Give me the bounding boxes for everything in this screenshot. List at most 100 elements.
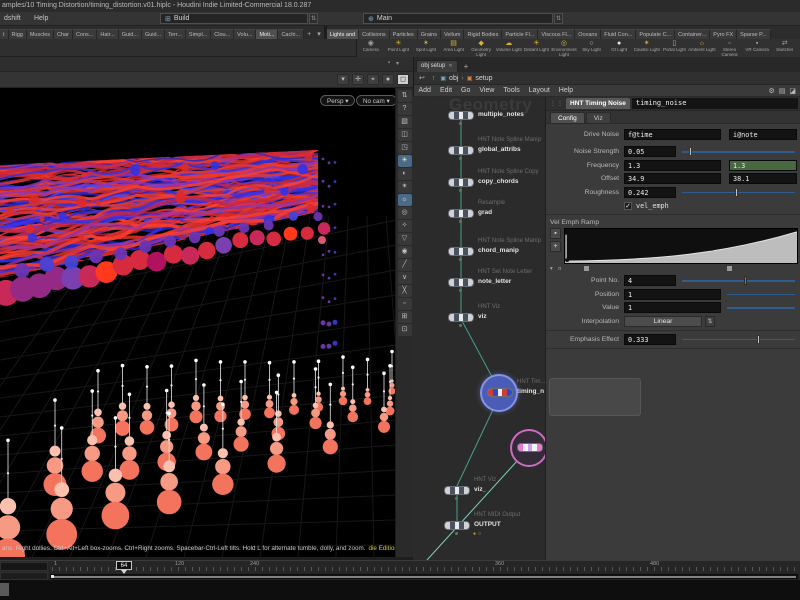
frame-field[interactable] (0, 562, 48, 571)
network-canvas[interactable]: Geometry multiple_notesHNT Note Spline M… (413, 97, 545, 560)
up-icon[interactable]: ↑ (430, 75, 438, 82)
shelf-tool-environment-light[interactable]: ◎Environment Light (550, 39, 578, 57)
shelf-tab-muscles[interactable]: Muscles (27, 29, 54, 39)
shelf-tab-sparsep[interactable]: Sparse P... (737, 29, 771, 39)
drive-noise-field-2[interactable]: i@note (729, 129, 797, 140)
node-flag-dot[interactable] (459, 189, 462, 192)
shelf-tab-terr[interactable]: Terr... (165, 29, 186, 39)
shelf-tab-fluidcon[interactable]: Fluid Con... (601, 29, 636, 39)
value-field[interactable]: 1 (624, 302, 721, 313)
node-body[interactable] (444, 521, 470, 530)
shelf-tool-vr-camera[interactable]: ▪VR Camera (743, 39, 771, 57)
node-OUTPUT[interactable]: HNT MIDI OutputOUTPUT●○ (444, 521, 470, 530)
interpolation-dropdown[interactable]: Linear (624, 316, 702, 327)
shelf-tool-ambient-light[interactable]: ☼Ambient Light (688, 39, 716, 57)
view-type-pill[interactable]: Persp ▾ (320, 95, 355, 106)
help-icon[interactable]: ? (398, 103, 412, 115)
shelf-tool-geometry-light[interactable]: ◆Geometry Light (467, 39, 495, 57)
scene-spinner[interactable]: ⇅ (554, 13, 563, 24)
shelf-tab-rigidbodies[interactable]: Rigid Bodies (464, 29, 502, 39)
node-copy_chords[interactable]: HNT Note Spline Copycopy_chords (448, 178, 474, 187)
node-flag-dot[interactable] (455, 497, 458, 500)
node-body[interactable] (448, 247, 474, 256)
node-flag-dot[interactable] (459, 324, 462, 327)
node-body[interactable] (448, 111, 474, 120)
pane-menu-icon[interactable]: ▾ (396, 60, 399, 67)
shelf-tab-grains[interactable]: Grains (418, 29, 441, 39)
smooth-shaded-icon[interactable]: ◉ (398, 246, 412, 258)
shelf-tab-container[interactable]: Container... (675, 29, 710, 39)
node-body[interactable] (487, 388, 513, 397)
dot-option-icon[interactable]: ▫ (398, 298, 412, 310)
breadcrumb-child[interactable]: setup (475, 75, 492, 82)
ramp-add-point-button[interactable]: + (550, 241, 561, 252)
shelf-tab-cachi[interactable]: Cachi... (278, 29, 304, 39)
node-chord_manip[interactable]: HNT Note Spline Manipchord_manip (448, 247, 474, 256)
node-timing_n[interactable]: HNT Tim...timing_n (487, 388, 513, 397)
shelf-tab-hair[interactable]: Hair... (97, 29, 118, 39)
shelf-tool-area-light[interactable]: ▤Area Light (440, 39, 468, 57)
shelf-tab-populatec[interactable]: Populate C... (636, 29, 675, 39)
ramp-curve-canvas[interactable] (564, 228, 798, 264)
back-icon[interactable]: ↩ (417, 74, 427, 82)
desktop-spinner[interactable]: ⇅ (309, 13, 318, 24)
node-body[interactable] (448, 313, 474, 322)
breadcrumb-root[interactable]: obj (449, 75, 458, 82)
desktop-selector[interactable]: ⊞ Build (160, 13, 308, 24)
shelf-menu-button[interactable]: ▾ (314, 30, 324, 39)
menu-help[interactable]: Help (30, 12, 52, 26)
dot-indicator-icon[interactable]: ● (382, 74, 394, 85)
shelf-tool-portal-light[interactable]: ▯Portal Light (661, 39, 689, 57)
menu-redshift[interactable]: dshift (0, 12, 25, 26)
shelf-tab-moti[interactable]: Moti... (256, 29, 278, 39)
displacement-icon[interactable]: ✧ (398, 220, 412, 232)
frequency-field-2[interactable]: 1.3 (729, 160, 797, 171)
target-icon[interactable]: ⌖ (367, 74, 379, 85)
playbar[interactable]: 1 64 120240360480 (0, 560, 800, 580)
expand-icon[interactable]: ∨ (398, 272, 412, 284)
slider-handle[interactable] (689, 147, 692, 156)
shelf-tab-char[interactable]: Char (54, 29, 73, 39)
shelf-tool-distant-light[interactable]: ☀Distant Light (523, 39, 551, 57)
noise-strength-field[interactable]: 0.05 (624, 146, 676, 157)
grid-toggle-icon[interactable]: ⊞ (398, 311, 412, 323)
tab-viz[interactable]: Viz (586, 112, 611, 123)
shelf-tab-simpl[interactable]: Simpl... (186, 29, 211, 39)
playbar-options-field[interactable] (0, 572, 48, 580)
network-pane-tab[interactable]: obj setup ✕ (416, 60, 458, 72)
node-body[interactable] (444, 486, 470, 495)
node-multiple_notes[interactable]: multiple_notes (448, 111, 474, 120)
shelf-tab-t[interactable]: t (0, 29, 9, 39)
shelf-tool-point-light[interactable]: ☀Point Light (385, 39, 413, 57)
drive-noise-field-1[interactable]: f@time (624, 129, 721, 140)
netmenu-help[interactable]: Help (554, 87, 577, 94)
ramp-marker-controls[interactable]: ▾ n (550, 266, 563, 272)
slider-handle[interactable] (757, 335, 760, 344)
wireframe-icon[interactable]: ▽ (398, 233, 412, 245)
ramp-remove-point-button[interactable]: ▪ (550, 228, 561, 239)
shading-icon[interactable]: ◐ (398, 168, 412, 180)
netmenu-add[interactable]: Add (414, 87, 435, 94)
node-global_attribs[interactable]: HNT Note Spline Manipglobal_attribs (448, 146, 474, 155)
node-body[interactable] (448, 178, 474, 187)
path-dropdown-icon[interactable]: ▾ (337, 74, 349, 85)
high-quality-lighting-icon[interactable]: ✶ (398, 181, 412, 193)
shelf-tool-sky-light[interactable]: ○Sky Light (578, 39, 606, 57)
shelf-tool-caustic-light[interactable]: ✶Caustic Light (633, 39, 661, 57)
pane-stow-icon[interactable]: ▪ (388, 60, 390, 67)
camera-pill[interactable]: No cam ▾ (356, 95, 395, 106)
materials-icon[interactable]: ◎ (398, 207, 412, 219)
roughness-slider[interactable] (682, 187, 795, 198)
emphasis-field[interactable]: 0.333 (624, 334, 676, 345)
node-grad[interactable]: Resamplegrad (448, 209, 474, 218)
noise-strength-slider[interactable] (682, 146, 795, 157)
netmenu-edit[interactable]: Edit (435, 87, 456, 94)
shelf-tool-spot-light[interactable]: ✶Spot Light (412, 39, 440, 57)
vel-emph-checkbox[interactable]: ✓ (624, 202, 632, 210)
node-flag-dot[interactable] (459, 258, 462, 261)
offset-field-1[interactable]: 34.9 (624, 173, 721, 184)
node-viz[interactable]: HNT Vizviz (448, 313, 474, 322)
split-view-icon[interactable]: ◫ (398, 129, 412, 141)
magnifier-icon[interactable]: ⊡ (398, 324, 412, 336)
pane-list-icon[interactable]: ▤ (779, 87, 786, 95)
